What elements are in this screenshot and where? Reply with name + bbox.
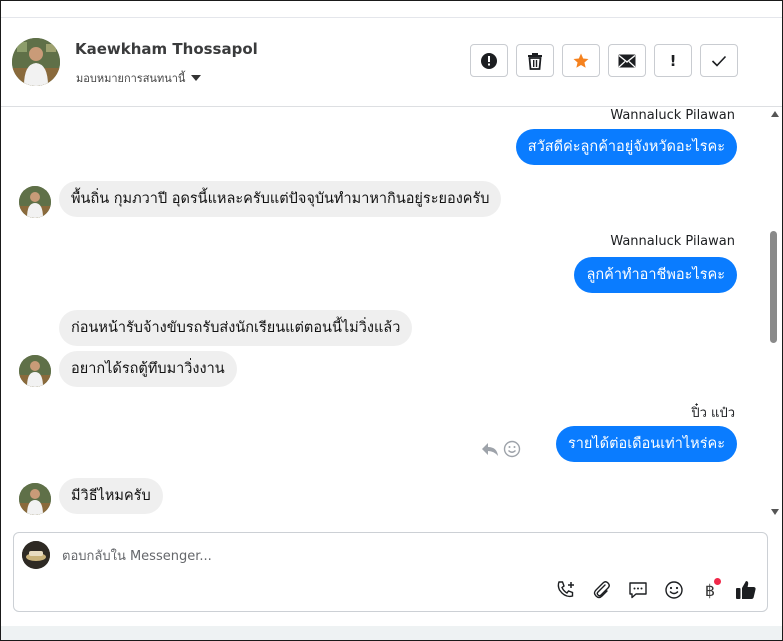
contact-avatar-small: [19, 186, 51, 218]
mark-unread-button[interactable]: [608, 44, 646, 77]
page-avatar: [22, 541, 50, 569]
star-button[interactable]: [562, 44, 600, 77]
trash-icon: [528, 52, 542, 70]
scrollbar-thumb[interactable]: [770, 231, 777, 343]
exclamation-icon: !: [669, 51, 677, 70]
message-scrollbar[interactable]: [767, 107, 782, 519]
send-like-button[interactable]: [733, 577, 759, 603]
delete-button[interactable]: [516, 44, 554, 77]
reply-icon[interactable]: [481, 441, 499, 457]
scroll-down-arrow-icon[interactable]: [771, 509, 779, 515]
attach-file-button[interactable]: [589, 577, 615, 603]
conversation-header: Kaewkham Thossapol มอบหมายการสนทนานี้ !: [1, 18, 782, 107]
saved-replies-button[interactable]: [625, 577, 651, 603]
paperclip-icon: [593, 581, 610, 599]
message-sender: Wannaluck Pilawan: [610, 234, 735, 249]
mark-done-button[interactable]: [700, 44, 738, 77]
composer-tools: ฿: [553, 577, 759, 603]
assign-conversation-dropdown[interactable]: มอบหมายการสนทนานี้: [76, 69, 202, 87]
add-call-icon: [557, 581, 574, 598]
contact-avatar[interactable]: [12, 38, 60, 86]
header-actions: !: [470, 44, 738, 77]
outgoing-message[interactable]: ลูกค้าทำอาชีพอะไรคะ: [574, 257, 737, 293]
message-list: Wannaluck Pilawan สวัสดีค่ะลูกค้าอยู่จัง…: [1, 107, 767, 519]
incoming-message[interactable]: มีวิธีไหมครับ: [59, 478, 163, 514]
chevron-down-icon: [191, 75, 202, 81]
mark-spam-button[interactable]: [470, 44, 508, 77]
message-sender: ปิ๋ว แป๋ว: [691, 406, 735, 421]
scroll-up-arrow-icon[interactable]: [771, 111, 779, 117]
emoji-icon: [665, 581, 683, 599]
alert-circle-icon: [481, 52, 497, 69]
reply-composer: ฿: [13, 532, 768, 612]
payment-button[interactable]: ฿: [697, 577, 723, 603]
message-tools: [481, 440, 521, 458]
follow-up-button[interactable]: !: [654, 44, 692, 77]
check-icon: [711, 55, 727, 67]
reply-input[interactable]: [60, 543, 664, 569]
star-icon: [573, 53, 589, 68]
incoming-message[interactable]: ก่อนหน้ารับจ้างขับรถรับส่งนักเรียนแต่ตอน…: [59, 310, 413, 346]
notification-dot: [714, 578, 721, 585]
assign-label: มอบหมายการสนทนานี้: [76, 72, 186, 85]
outgoing-message[interactable]: รายได้ต่อเดือนเท่าไหร่คะ: [555, 426, 737, 462]
mail-icon: [618, 54, 636, 67]
contact-avatar-small: [19, 355, 51, 387]
add-call-button[interactable]: [553, 577, 579, 603]
chat-bubble-icon: [629, 582, 647, 599]
outgoing-message[interactable]: สวัสดีค่ะลูกค้าอยู่จังหวัดอะไรคะ: [515, 129, 737, 165]
bottom-strip: [1, 626, 782, 640]
emoji-button[interactable]: [661, 577, 687, 603]
react-emoji-icon[interactable]: [503, 440, 521, 458]
messenger-window: Kaewkham Thossapol มอบหมายการสนทนานี้ ! …: [0, 0, 783, 641]
message-sender: Wannaluck Pilawan: [610, 108, 735, 123]
incoming-message[interactable]: พื้นถิ่น กุมภวาปี อุดรนี้แหละครับแต่ปัจจ…: [59, 181, 502, 217]
incoming-message[interactable]: อยากได้รถตู้ทึบมาวิ่งงาน: [59, 351, 237, 387]
contact-avatar-small: [19, 483, 51, 515]
contact-name: Kaewkham Thossapol: [75, 40, 258, 58]
thumbs-up-icon: [736, 581, 756, 599]
